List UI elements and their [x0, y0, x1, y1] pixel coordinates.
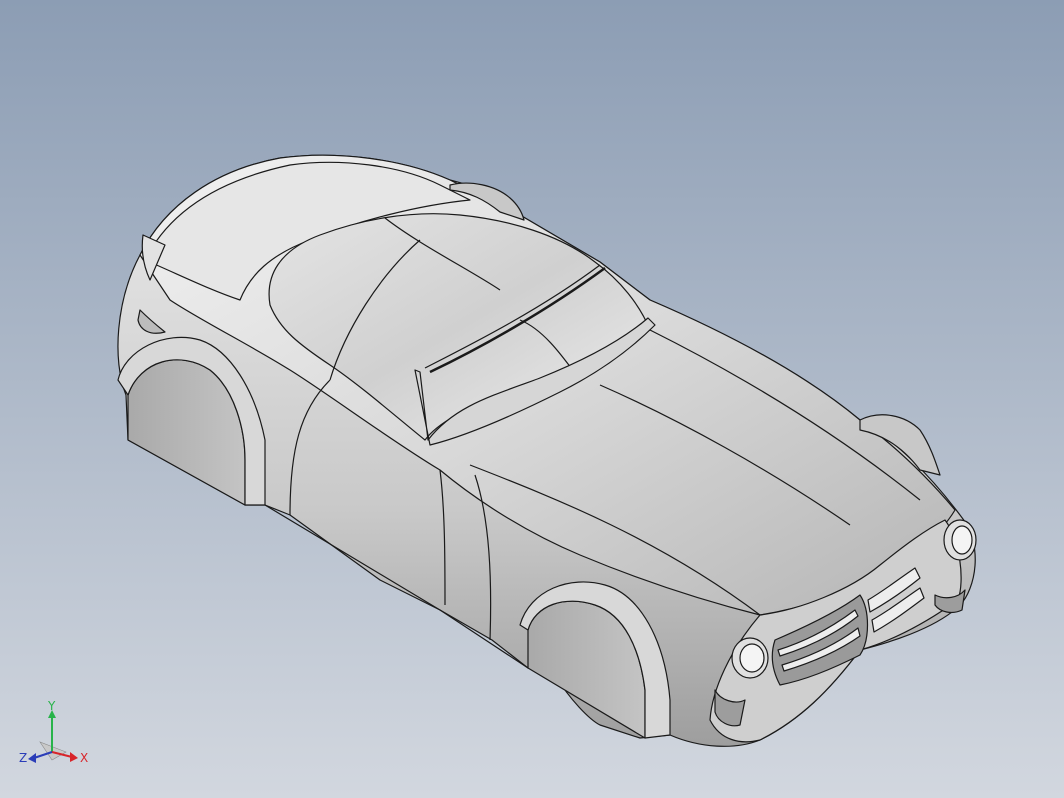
x-axis-label: X	[80, 751, 88, 765]
y-axis-label: Y	[47, 700, 56, 713]
x-axis-arrow-icon	[70, 752, 78, 762]
axis-triad-icon: Y X Z	[19, 700, 88, 765]
z-axis-arrow-icon	[28, 753, 36, 763]
z-axis-label: Z	[19, 751, 27, 765]
graphics-viewport[interactable]: Y X Z	[0, 0, 1064, 798]
left-headlight-lens	[739, 643, 765, 673]
car-model-view[interactable]	[0, 0, 1064, 798]
reference-triad: Y X Z	[14, 700, 94, 780]
right-headlight-lens	[951, 525, 973, 555]
